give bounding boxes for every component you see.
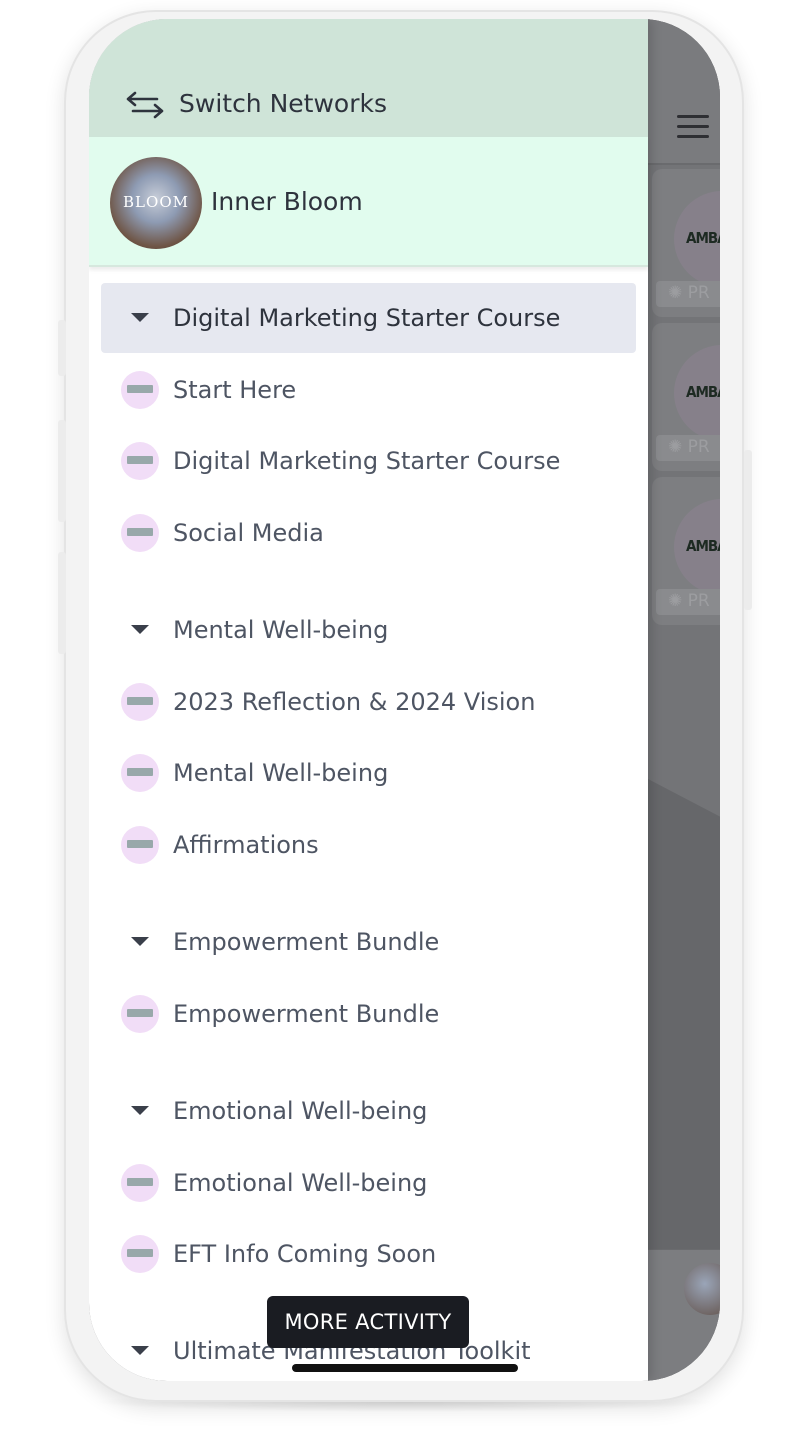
space-icon bbox=[121, 1164, 159, 1202]
background-app: AMBA ✺ PR AMBA ✺ PR AMBA ✺ PR bbox=[648, 19, 720, 1381]
card-badge-label: PR bbox=[687, 591, 710, 611]
menu-item-label: Empowerment Bundle bbox=[173, 1000, 440, 1028]
space-icon bbox=[121, 1235, 159, 1273]
menu-item-label: Mental Well-being bbox=[173, 759, 389, 787]
background-header bbox=[648, 19, 720, 165]
phone-volume-up bbox=[58, 420, 66, 522]
menu-item-label: EFT Info Coming Soon bbox=[173, 1240, 437, 1268]
space-icon bbox=[121, 371, 159, 409]
menu-item-label: Social Media bbox=[173, 519, 324, 547]
arrows-swap-icon bbox=[126, 91, 164, 119]
card-badge-label: PR bbox=[687, 283, 710, 303]
space-icon bbox=[121, 754, 159, 792]
group-title: Mental Well-being bbox=[173, 616, 389, 644]
more-activity-button[interactable]: MORE ACTIVITY bbox=[267, 1296, 469, 1348]
group-header[interactable]: Digital Marketing Starter Course bbox=[101, 283, 636, 353]
network-logo-text: BLOOM bbox=[123, 193, 189, 211]
space-icon bbox=[121, 683, 159, 721]
switch-networks-label: Switch Networks bbox=[179, 89, 388, 118]
space-icon bbox=[121, 514, 159, 552]
card-label: AMBA bbox=[686, 537, 720, 555]
menu-item[interactable]: Empowerment Bundle bbox=[101, 979, 636, 1049]
background-shape bbox=[648, 779, 720, 1249]
switch-networks-button[interactable]: Switch Networks bbox=[89, 19, 648, 137]
group-title: Digital Marketing Starter Course bbox=[173, 304, 561, 332]
menu-item[interactable]: Mental Well-being bbox=[101, 738, 636, 808]
home-indicator[interactable] bbox=[292, 1364, 518, 1372]
menu-item[interactable]: 2023 Reflection & 2024 Vision bbox=[101, 667, 636, 737]
hamburger-icon[interactable] bbox=[677, 115, 709, 139]
space-icon bbox=[121, 995, 159, 1033]
card-label: AMBA bbox=[686, 383, 720, 401]
menu-item[interactable]: Digital Marketing Starter Course bbox=[101, 426, 636, 496]
menu-item-label: Digital Marketing Starter Course bbox=[173, 447, 561, 475]
group-header[interactable]: Mental Well-being bbox=[101, 595, 636, 665]
phone-screen: AMBA ✺ PR AMBA ✺ PR AMBA ✺ PR Switch Net… bbox=[89, 19, 720, 1381]
space-icon bbox=[121, 826, 159, 864]
phone-volume-down bbox=[58, 552, 66, 654]
space-icon bbox=[121, 442, 159, 480]
menu-item[interactable]: Start Here bbox=[101, 355, 636, 425]
group-title: Emotional Well-being bbox=[173, 1097, 428, 1125]
card-badge: ✺ PR bbox=[656, 281, 720, 307]
caret-down-icon bbox=[131, 1106, 149, 1115]
card-badge-label: PR bbox=[687, 437, 710, 457]
group-title: Empowerment Bundle bbox=[173, 928, 440, 956]
menu-item[interactable]: Emotional Well-being bbox=[101, 1148, 636, 1218]
navigation-drawer: Switch Networks BLOOM Inner Bloom Digita… bbox=[89, 19, 648, 1381]
phone-power-button bbox=[744, 450, 752, 610]
menu-item-label: 2023 Reflection & 2024 Vision bbox=[173, 688, 536, 716]
background-card[interactable]: AMBA ✺ PR bbox=[652, 169, 720, 317]
group-header[interactable]: Emotional Well-being bbox=[101, 1076, 636, 1146]
menu-item-label: Affirmations bbox=[173, 831, 319, 859]
network-name: Inner Bloom bbox=[211, 187, 363, 216]
card-label: AMBA bbox=[686, 229, 720, 247]
menu-item[interactable]: Social Media bbox=[101, 498, 636, 568]
background-card[interactable]: AMBA ✺ PR bbox=[652, 323, 720, 471]
menu-item[interactable]: Affirmations bbox=[101, 810, 636, 880]
current-network[interactable]: BLOOM Inner Bloom bbox=[89, 137, 648, 267]
group-header[interactable]: Empowerment Bundle bbox=[101, 907, 636, 977]
caret-down-icon bbox=[131, 313, 149, 322]
menu-item-label: Start Here bbox=[173, 376, 297, 404]
card-badge: ✺ PR bbox=[656, 435, 720, 461]
menu-item[interactable]: EFT Info Coming Soon bbox=[101, 1219, 636, 1289]
network-logo: BLOOM bbox=[110, 157, 202, 249]
caret-down-icon bbox=[131, 625, 149, 634]
background-card[interactable]: AMBA ✺ PR bbox=[652, 477, 720, 625]
phone-mute-switch bbox=[58, 320, 66, 376]
caret-down-icon bbox=[131, 1346, 149, 1355]
card-badge: ✺ PR bbox=[656, 589, 720, 615]
caret-down-icon bbox=[131, 937, 149, 946]
menu-item-label: Emotional Well-being bbox=[173, 1169, 428, 1197]
